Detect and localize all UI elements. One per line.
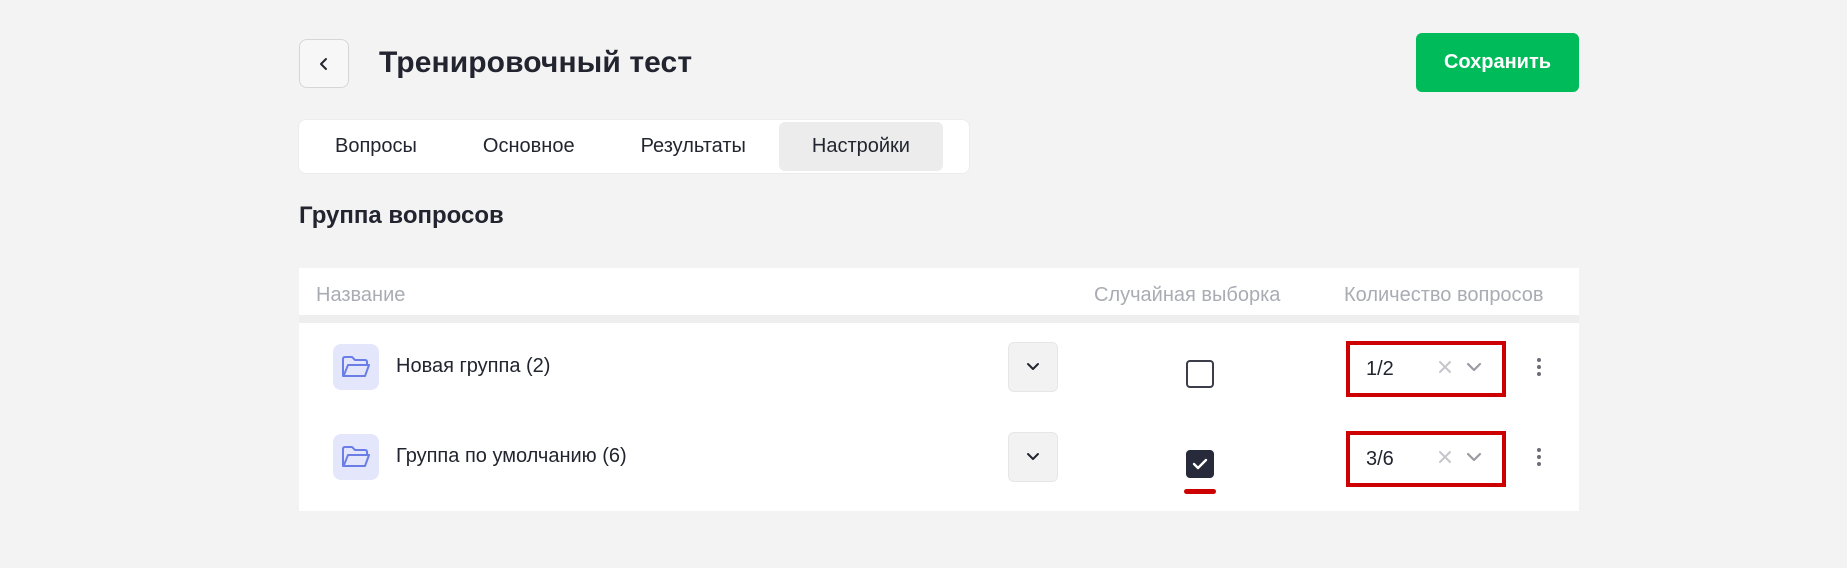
more-options-icon[interactable] bbox=[1531, 352, 1547, 382]
highlight-underline bbox=[1184, 489, 1216, 494]
chevron-down-icon bbox=[1027, 363, 1039, 370]
chevron-left-icon bbox=[320, 57, 327, 70]
tab-settings[interactable]: Настройки bbox=[778, 122, 943, 171]
chevron-down-icon bbox=[1466, 452, 1482, 462]
chevron-down-icon bbox=[1466, 362, 1482, 372]
tab-general[interactable]: Основное bbox=[450, 122, 608, 171]
random-selection-checkbox[interactable] bbox=[1186, 450, 1214, 478]
checkmark-icon bbox=[1192, 458, 1208, 470]
question-count-select[interactable]: 1/2 bbox=[1346, 341, 1506, 397]
column-header-random: Случайная выборка bbox=[1094, 284, 1281, 306]
back-button[interactable] bbox=[299, 39, 349, 88]
folder-icon bbox=[333, 434, 379, 480]
save-button[interactable]: Сохранить bbox=[1416, 33, 1579, 92]
expand-button[interactable] bbox=[1008, 342, 1058, 392]
clear-icon[interactable] bbox=[1438, 450, 1452, 464]
more-options-icon[interactable] bbox=[1531, 442, 1547, 472]
tab-questions[interactable]: Вопросы bbox=[302, 122, 450, 171]
group-name: Группа по умолчанию (6) bbox=[396, 445, 627, 467]
folder-icon bbox=[333, 344, 379, 390]
expand-button[interactable] bbox=[1008, 432, 1058, 482]
column-header-count: Количество вопросов bbox=[1344, 284, 1544, 306]
question-groups-table: Название Случайная выборка Количество во… bbox=[299, 268, 1579, 511]
page-title: Тренировочный тест bbox=[379, 46, 693, 79]
question-count-value: 3/6 bbox=[1366, 448, 1394, 470]
table-row: Группа по умолчанию (6) 3/6 bbox=[299, 421, 1579, 511]
section-title: Группа вопросов bbox=[299, 202, 504, 229]
chevron-down-icon bbox=[1027, 453, 1039, 460]
question-count-value: 1/2 bbox=[1366, 358, 1394, 380]
table-row: Новая группа (2) 1/2 bbox=[299, 331, 1579, 421]
tab-bar: Вопросы Основное Результаты Настройки bbox=[298, 119, 970, 174]
question-count-select[interactable]: 3/6 bbox=[1346, 431, 1506, 487]
column-header-name: Название bbox=[316, 284, 406, 306]
random-selection-checkbox[interactable] bbox=[1186, 360, 1214, 388]
group-name: Новая группа (2) bbox=[396, 355, 551, 377]
table-header: Название Случайная выборка Количество во… bbox=[299, 268, 1579, 323]
tab-results[interactable]: Результаты bbox=[608, 122, 779, 171]
clear-icon[interactable] bbox=[1438, 360, 1452, 374]
